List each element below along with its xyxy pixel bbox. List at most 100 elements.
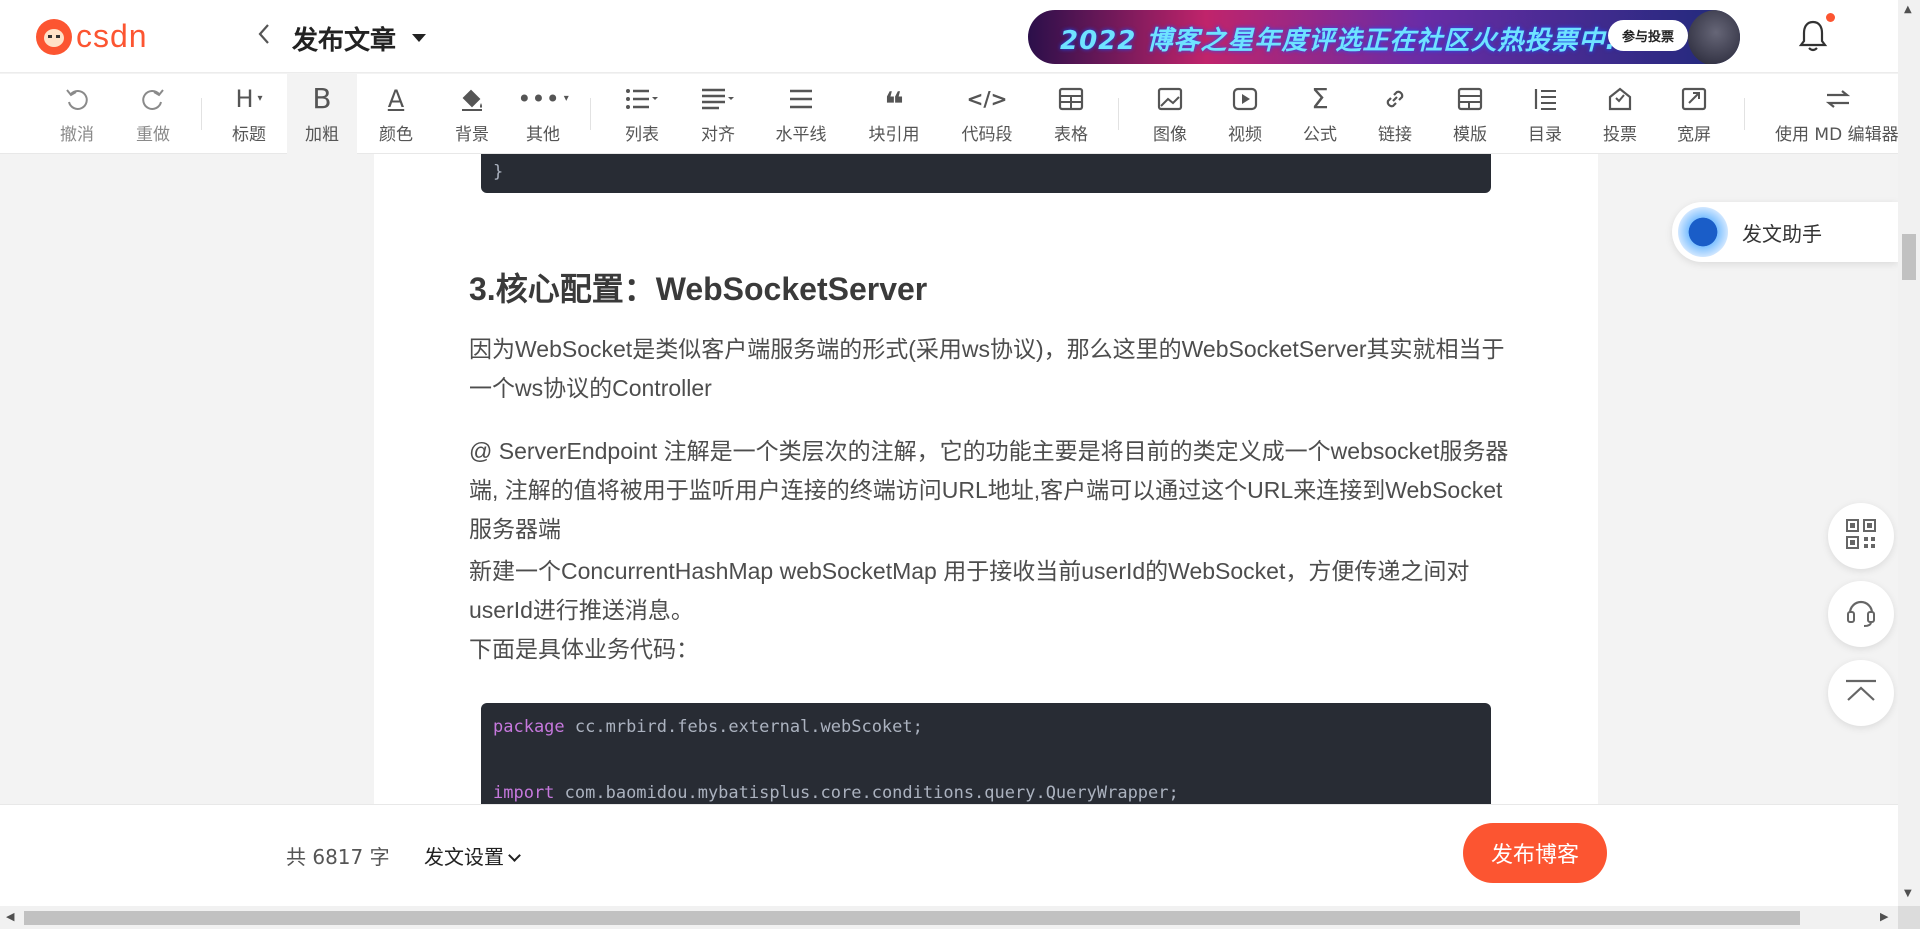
horizontal-scroll-thumb[interactable] [24,911,1800,925]
undo-button[interactable]: 撤消 [42,74,112,154]
widescreen-icon [1681,84,1707,114]
heading-button[interactable]: H ▾ 标题 [214,74,284,154]
vertical-scroll-thumb[interactable] [1902,234,1916,280]
back-arrow-icon[interactable] [256,22,272,52]
quote-icon: ❝ [884,84,904,125]
image-icon [1157,84,1183,114]
more-button[interactable]: ••• ▾ 其他 [508,74,578,154]
banner-avatar [1688,10,1740,64]
formula-button[interactable]: Σ 公式 [1285,74,1355,154]
vertical-scrollbar[interactable]: ▲ ▼ [1898,0,1920,906]
template-button[interactable]: 模版 [1435,74,1505,154]
bell-icon[interactable] [1796,18,1830,54]
switch-md-editor-button[interactable]: 使用 MD 编辑器 [1775,74,1898,154]
qr-code-icon [1845,518,1877,554]
horizontal-rule-button[interactable]: 水平线 [766,74,836,154]
sigma-icon: Σ [1311,82,1329,115]
vote-button[interactable]: 投票 [1585,74,1655,154]
video-label: 视频 [1228,124,1262,145]
toc-button[interactable]: 目录 [1510,74,1580,154]
bold-label: 加粗 [305,124,339,145]
code-block-button[interactable]: </> 代码段 [952,74,1022,154]
list-label: 列表 [625,124,659,145]
text-color-button[interactable]: A 颜色 [361,74,431,154]
table-icon [1058,84,1084,114]
align-label: 对齐 [701,124,735,145]
quote-button[interactable]: ❝ 块引用 [859,74,929,154]
list-icon [625,84,659,114]
banner-vote-button[interactable]: 参与投票 [1608,20,1689,51]
post-settings-label: 发文设置 [424,845,504,869]
editor-content[interactable]: } } 3.核心配置：WebSocketServer 因为WebSocket是类… [374,154,1598,804]
image-button[interactable]: 图像 [1135,74,1205,154]
code-text: com.baomidou.mybatisplus.core.conditions… [554,783,1179,803]
assistant-avatar-icon [1678,207,1728,257]
text-color-icon: A [387,84,405,113]
paint-bucket-icon [459,84,485,114]
horizontal-scrollbar[interactable]: ◀ ▶ [0,906,1898,929]
qr-code-button[interactable] [1828,503,1894,569]
background-color-button[interactable]: 背景 [437,74,507,154]
toolbar-divider [590,98,591,130]
widescreen-label: 宽屏 [1677,124,1711,145]
redo-icon [140,84,166,114]
scroll-up-icon[interactable]: ▲ [1904,4,1912,15]
horizontal-rule-icon [788,84,814,114]
code-block-label: 代码段 [961,124,1013,145]
link-label: 链接 [1378,124,1412,145]
back-to-top-icon [1844,678,1878,708]
redo-button[interactable]: 重做 [118,74,188,154]
video-button[interactable]: 视频 [1210,74,1280,154]
event-banner[interactable]: 2022 博客之星年度评选正在社区火热投票中... 参与投票 [1028,10,1740,64]
top-header: csdn 发布文章 2022 博客之星年度评选正在社区火热投票中... 参与投票 [0,0,1898,73]
chevron-down-icon [508,849,521,862]
scroll-down-icon[interactable]: ▼ [1904,888,1912,899]
post-settings-dropdown[interactable]: 发文设置 [424,841,521,870]
switch-md-editor-label: 使用 MD 编辑器 [1775,124,1898,145]
video-icon [1232,84,1258,114]
notification-dot [1826,13,1835,22]
scroll-right-icon[interactable]: ▶ [1880,910,1888,923]
toc-label: 目录 [1528,124,1562,145]
quote-label: 块引用 [868,124,920,145]
code-block-main[interactable]: package cc.mrbird.febs.external.webScoke… [481,703,1491,804]
toc-icon [1532,84,1558,114]
back-to-top-button[interactable] [1828,660,1894,726]
undo-icon [64,84,90,114]
csdn-logo[interactable]: csdn [36,18,148,55]
title-dropdown-icon[interactable] [412,34,426,42]
writing-assistant-button[interactable]: 发文助手 [1672,202,1898,262]
code-line: import com.baomidou.mybatisplus.core.con… [493,783,1179,803]
widescreen-button[interactable]: 宽屏 [1659,74,1729,154]
undo-label: 撤消 [60,124,94,145]
word-count: 共 6817 字 [286,845,390,869]
code-text: cc.mrbird.febs.external.webScoket; [564,717,923,737]
customer-service-button[interactable] [1828,581,1894,647]
heading-icon: H ▾ [235,84,263,113]
table-button[interactable]: 表格 [1036,74,1106,154]
paragraph: 新建一个ConcurrentHashMap webSocketMap 用于接收当… [469,558,1470,623]
code-block-previous[interactable]: } } [481,154,1491,193]
link-button[interactable]: 链接 [1360,74,1430,154]
publish-button[interactable]: 发布博客 [1463,823,1607,883]
toolbar-divider [1118,98,1119,130]
toolbar-divider [1744,98,1745,130]
switch-editor-icon [1825,84,1851,114]
paragraph: @ ServerEndpoint 注解是一个类层次的注解，它的功能主要是将目前的… [469,438,1509,542]
bottom-bar: 共 6817 字 发文设置 发布博客 [0,804,1898,906]
table-label: 表格 [1054,124,1088,145]
code-icon: </> [966,86,1008,111]
horizontal-rule-label: 水平线 [775,124,827,145]
bold-button[interactable]: B 加粗 [287,74,357,154]
link-icon [1382,84,1408,114]
list-button[interactable]: 列表 [607,74,677,154]
code-keyword: package [493,717,565,737]
align-button[interactable]: 对齐 [683,74,753,154]
scroll-left-icon[interactable]: ◀ [6,910,14,923]
align-icon [701,84,735,114]
scrollbar-corner [1898,906,1920,929]
bold-icon: B [312,82,332,115]
section-heading: 3.核心配置：WebSocketServer [469,271,928,307]
banner-text: 2022 博客之星年度评选正在社区火热投票中... [1060,26,1639,56]
redo-label: 重做 [136,124,170,145]
